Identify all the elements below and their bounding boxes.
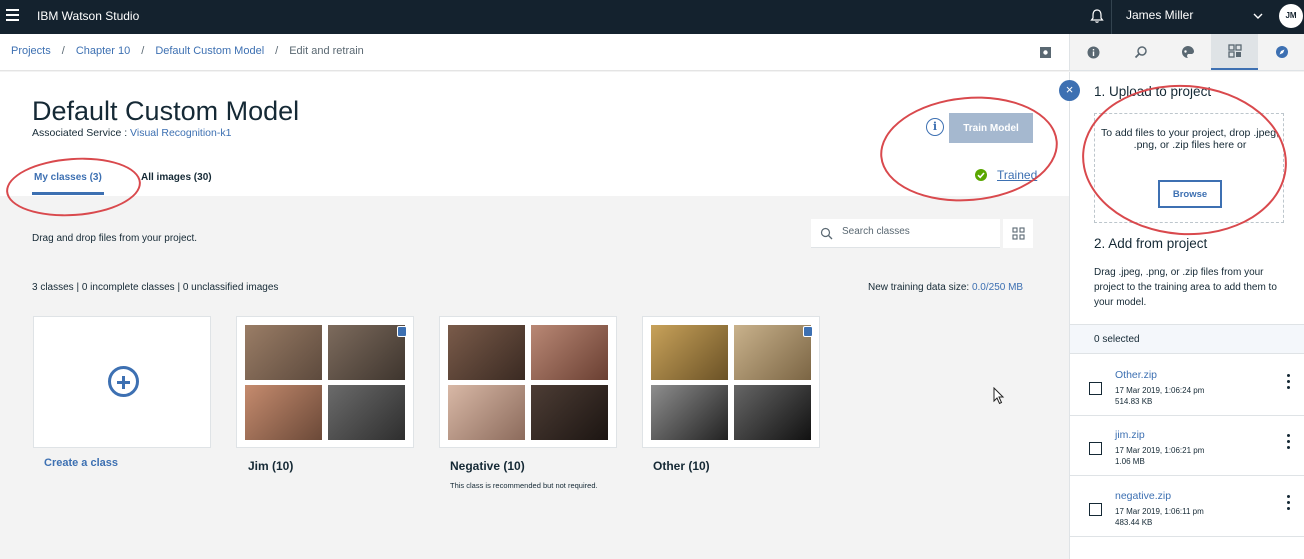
close-panel-button[interactable]: ×	[1059, 80, 1080, 101]
class-image	[651, 325, 728, 380]
assoc-service-link[interactable]: Visual Recognition-k1	[130, 127, 231, 139]
data-grid-icon	[1227, 44, 1242, 58]
zoom-icon	[1134, 46, 1147, 59]
tab-palette[interactable]	[1164, 34, 1211, 70]
breadcrumb-current: Edit and retrain	[289, 45, 364, 57]
class-label-jim: Jim (10)	[248, 459, 294, 473]
breadcrumb-model[interactable]: Default Custom Model	[155, 45, 264, 57]
tab-info[interactable]	[1070, 34, 1117, 70]
class-image	[734, 385, 811, 440]
file-size: 1.06 MB	[1115, 457, 1145, 466]
add-section-title: 2. Add from project	[1094, 236, 1208, 251]
overflow-menu-icon[interactable]	[1287, 374, 1291, 394]
selection-count-bar: 0 selected	[1070, 324, 1304, 354]
breadcrumb: Projects / Chapter 10 / Default Custom Model…	[11, 45, 364, 57]
class-image	[328, 325, 405, 380]
search-icon	[820, 227, 833, 240]
file-checkbox[interactable]	[1089, 503, 1102, 516]
compass-icon	[1275, 46, 1288, 58]
palette-icon	[1181, 45, 1194, 58]
chevron-down-icon[interactable]	[1252, 10, 1264, 22]
negative-class-note: This class is recommended but not requir…	[450, 481, 598, 490]
file-item-other[interactable]: Other.zip 17 Mar 2019, 1:06:24 pm 514.83…	[1070, 358, 1304, 416]
grid-icon	[1011, 227, 1025, 240]
file-size: 514.83 KB	[1115, 397, 1153, 406]
file-checkbox[interactable]	[1089, 382, 1102, 395]
drag-drop-hint: Drag and drop files from your project.	[32, 233, 198, 244]
class-image	[531, 325, 608, 380]
file-checkbox[interactable]	[1089, 442, 1102, 455]
user-divider	[1111, 0, 1112, 34]
tab-all-images[interactable]: All images (30)	[141, 172, 212, 183]
file-date: 17 Mar 2019, 1:06:11 pm	[1115, 507, 1204, 516]
associated-service: Associated Service : Visual Recognition-…	[32, 127, 231, 139]
training-size: New training data size: 0.0/250 MB	[868, 282, 1023, 293]
selected-count: 0 selected	[1094, 334, 1140, 345]
class-image	[245, 385, 322, 440]
create-class-link[interactable]: Create a class	[44, 457, 118, 469]
tab-search[interactable]	[1117, 34, 1164, 70]
file-name[interactable]: jim.zip	[1115, 429, 1145, 441]
lock-icon	[397, 326, 407, 337]
class-image	[245, 325, 322, 380]
class-card-negative[interactable]	[439, 316, 617, 448]
training-size-label: New training data size:	[868, 282, 972, 293]
training-size-value[interactable]: 0.0/250 MB	[972, 282, 1023, 293]
file-name[interactable]: Other.zip	[1115, 369, 1157, 381]
create-class-card[interactable]	[33, 316, 211, 448]
grid-view-button[interactable]	[1003, 219, 1033, 248]
breadcrumb-projects[interactable]: Projects	[11, 45, 51, 57]
file-date: 17 Mar 2019, 1:06:24 pm	[1115, 386, 1205, 395]
page-title: Default Custom Model	[32, 96, 300, 126]
class-stats: 3 classes | 0 incomplete classes | 0 unc…	[32, 282, 279, 293]
user-name[interactable]: James Miller	[1126, 8, 1193, 22]
bell-icon[interactable]	[1089, 8, 1105, 24]
class-image	[651, 385, 728, 440]
search-input[interactable]	[842, 226, 992, 237]
brand-title[interactable]: IBM Watson Studio	[37, 9, 139, 23]
class-card-other[interactable]	[642, 316, 820, 448]
class-image	[734, 325, 811, 380]
tab-explore[interactable]	[1258, 34, 1304, 70]
avatar[interactable]: JM	[1279, 4, 1303, 28]
breadcrumb-separator: /	[141, 45, 145, 57]
mouse-cursor-icon	[993, 387, 1005, 405]
file-date: 17 Mar 2019, 1:06:21 pm	[1115, 446, 1205, 455]
breadcrumb-separator: /	[61, 45, 65, 57]
breadcrumb-separator: /	[275, 45, 279, 57]
search-box[interactable]	[811, 219, 1000, 248]
info-icon	[1087, 46, 1100, 58]
overflow-menu-icon[interactable]	[1287, 434, 1291, 454]
lock-icon	[803, 326, 813, 337]
panel-tab-strip	[1069, 34, 1304, 71]
hamburger-menu-icon[interactable]	[6, 9, 20, 23]
file-item-jim[interactable]: jim.zip 17 Mar 2019, 1:06:21 pm 1.06 MB	[1070, 418, 1304, 476]
notebook-icon[interactable]	[1039, 46, 1052, 59]
class-label-negative: Negative (10)	[450, 459, 525, 473]
file-size: 483.44 KB	[1115, 518, 1153, 527]
class-card-jim[interactable]	[236, 316, 414, 448]
breadcrumb-bar: Projects / Chapter 10 / Default Custom Model…	[0, 34, 1069, 71]
file-name[interactable]: negative.zip	[1115, 490, 1171, 502]
class-image	[448, 325, 525, 380]
class-image	[531, 385, 608, 440]
class-image	[328, 385, 405, 440]
breadcrumb-chapter[interactable]: Chapter 10	[76, 45, 130, 57]
class-image	[448, 385, 525, 440]
file-item-negative[interactable]: negative.zip 17 Mar 2019, 1:06:11 pm 483…	[1070, 479, 1304, 537]
top-bar: IBM Watson Studio James Miller JM	[0, 0, 1304, 34]
class-label-other: Other (10)	[653, 459, 710, 473]
assoc-label: Associated Service :	[32, 127, 131, 139]
add-circle-icon	[108, 366, 139, 397]
add-section-text: Drag .jpeg, .png, or .zip files from you…	[1094, 267, 1277, 308]
overflow-menu-icon[interactable]	[1287, 495, 1291, 515]
tab-data-assets[interactable]	[1211, 34, 1258, 70]
